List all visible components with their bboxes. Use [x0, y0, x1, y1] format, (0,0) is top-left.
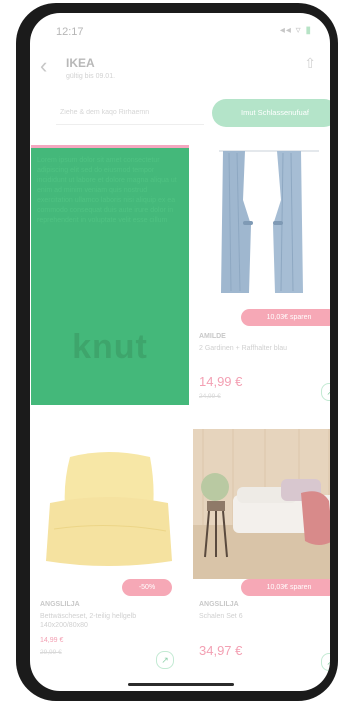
room-scene-image — [193, 429, 330, 579]
product-grid: Lorem ipsum dolor sit amet consectetur a… — [30, 145, 330, 691]
promo-text: Lorem ipsum dolor sit amet consectetur a… — [37, 157, 177, 224]
back-icon[interactable]: ‹ — [40, 55, 47, 77]
store-name: IKEA — [66, 56, 95, 70]
battery-icon: ▮ — [305, 25, 312, 36]
product-name: ANGSLILJA — [40, 601, 80, 608]
search-input[interactable] — [56, 101, 204, 125]
knut-cta-button[interactable]: Imut Schlassenufuaf — [212, 99, 330, 127]
product-card-bedding[interactable]: -50% ANGSLILJA Bettwäscheset, 2-teilig h… — [34, 429, 182, 691]
product-name: ANGSLILJA — [199, 601, 239, 608]
search-row: Imut Schlassenufuaf — [30, 99, 330, 133]
discount-badge: -50% — [122, 579, 172, 596]
add-to-list-icon[interactable]: ↗ — [321, 383, 330, 401]
status-bar: 12:17 ◂◂ ▿ ▮ — [30, 13, 330, 41]
product-description: Schalen Set 6 — [199, 613, 243, 620]
share-icon[interactable]: ⇧ — [304, 55, 316, 72]
product-card-curtains[interactable]: 10,03€ sparen AMILDE 2 Gardinen + Raffha… — [193, 145, 330, 415]
store-header: ‹ IKEA gültig bis 09.01. ⇧ — [30, 49, 330, 95]
home-indicator[interactable] — [128, 683, 234, 686]
add-to-list-icon[interactable]: ↗ — [156, 651, 174, 669]
savings-badge: 10,03€ sparen — [241, 309, 330, 326]
product-description: 2 Gardinen + Raffhalter blau — [199, 345, 288, 352]
curtains-image — [193, 145, 330, 300]
product-old-price: 29,99 € — [40, 649, 62, 656]
status-time: 12:17 — [56, 26, 84, 38]
store-validity: gültig bis 09.01. — [66, 73, 116, 80]
savings-badge: 10,03€ sparen — [241, 579, 330, 596]
add-to-list-icon[interactable]: ↗ — [321, 653, 330, 671]
product-price: 34,97 € — [199, 643, 243, 658]
signal-wifi-icon: ◂◂ ▿ ▮ — [279, 25, 312, 36]
promo-banner[interactable]: Lorem ipsum dolor sit amet consectetur a… — [31, 145, 189, 405]
product-price: 14,99 € — [40, 637, 64, 644]
phone-frame: 12:17 ◂◂ ▿ ▮ ‹ IKEA gültig bis 09.01. ⇧ … — [16, 3, 338, 701]
product-old-price: 24,99 € — [199, 393, 221, 400]
product-name: AMILDE — [199, 333, 226, 340]
product-card-room[interactable]: 10,03€ sparen ANGSLILJA Schalen Set 6 34… — [193, 429, 330, 691]
app-screen: 12:17 ◂◂ ▿ ▮ ‹ IKEA gültig bis 09.01. ⇧ … — [30, 13, 330, 691]
product-price: 14,99 € — [199, 374, 243, 389]
product-description: Bettwäscheset, 2-teilig hellgelb 140x200… — [40, 613, 137, 629]
bedding-image — [34, 429, 182, 579]
knut-logo: knut — [72, 328, 148, 366]
